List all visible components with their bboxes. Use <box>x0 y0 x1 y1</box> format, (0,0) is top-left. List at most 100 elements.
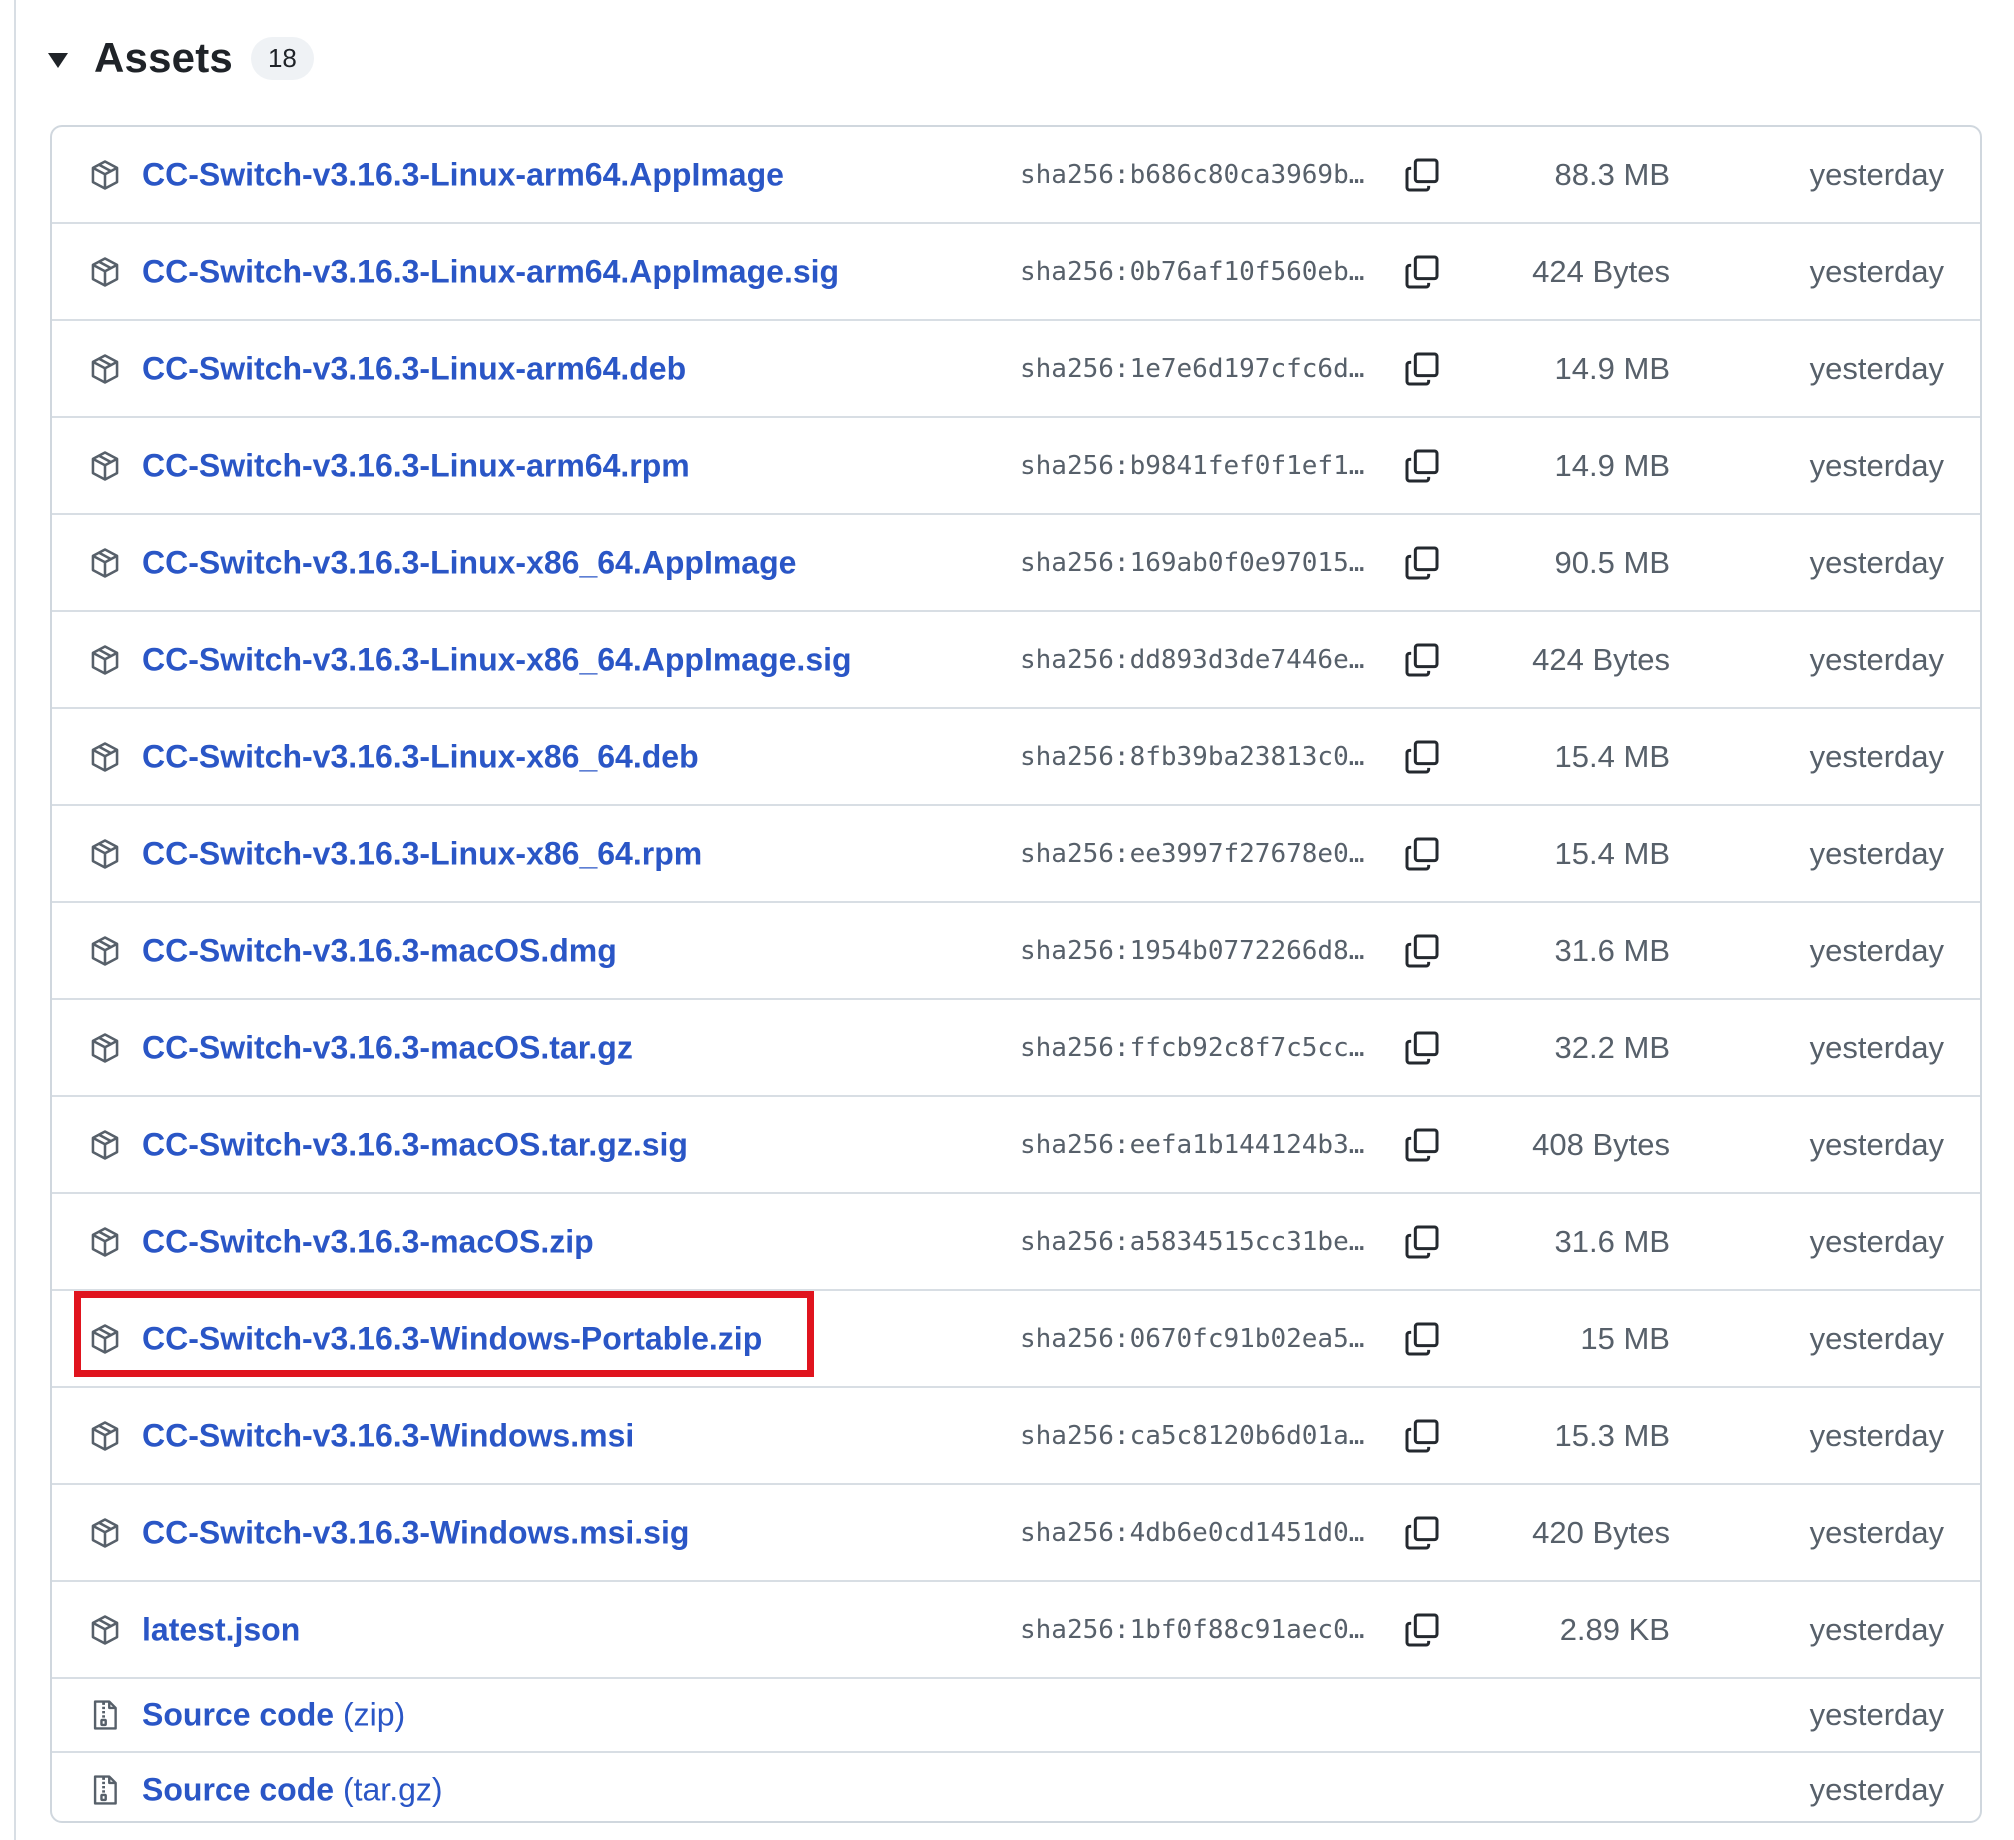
asset-size: 420 Bytes <box>1532 1514 1670 1550</box>
copy-icon[interactable] <box>1402 252 1442 292</box>
copy-icon[interactable] <box>1402 1028 1442 1068</box>
asset-download-link[interactable]: CC-Switch-v3.16.3-Linux-x86_64.deb <box>142 738 699 775</box>
asset-download-link[interactable]: CC-Switch-v3.16.3-Linux-arm64.deb <box>142 350 686 387</box>
asset-size: 408 Bytes <box>1532 1126 1670 1162</box>
asset-row: latest.json sha256:1bf0f88c91aec0… 2.89 KB… <box>52 1582 1980 1679</box>
package-icon <box>88 1515 122 1551</box>
copy-icon[interactable] <box>1402 446 1442 486</box>
copy-icon[interactable] <box>1402 931 1442 971</box>
package-icon <box>88 933 122 969</box>
copy-icon[interactable] <box>1402 1416 1442 1456</box>
copy-icon[interactable] <box>1402 1222 1442 1262</box>
asset-size: 2.89 KB <box>1559 1611 1670 1647</box>
asset-download-link[interactable]: CC-Switch-v3.16.3-Windows.msi.sig <box>142 1514 689 1551</box>
package-icon <box>88 836 122 872</box>
asset-date: yesterday <box>1809 1126 1944 1162</box>
triangle-down-icon[interactable] <box>48 52 68 68</box>
asset-date: yesterday <box>1809 641 1944 677</box>
asset-sha256: sha256:eefa1b144124b3… <box>1020 1129 1365 1160</box>
copy-icon[interactable] <box>1402 1125 1442 1165</box>
asset-sha256: sha256:0670fc91b02ea5… <box>1020 1323 1365 1354</box>
copy-icon[interactable] <box>1402 834 1442 874</box>
asset-size: 90.5 MB <box>1554 544 1670 580</box>
copy-icon[interactable] <box>1402 737 1442 777</box>
package-icon <box>88 448 122 484</box>
source-code-row: Source code (tar.gz) yesterday <box>52 1753 1980 1821</box>
asset-date: yesterday <box>1809 1029 1944 1065</box>
copy-icon[interactable] <box>1402 155 1442 195</box>
package-icon <box>88 1030 122 1066</box>
asset-size: 32.2 MB <box>1554 1029 1670 1065</box>
copy-icon[interactable] <box>1402 1610 1442 1650</box>
asset-size: 15.4 MB <box>1554 738 1670 774</box>
asset-date: yesterday <box>1809 544 1944 580</box>
asset-date: yesterday <box>1809 447 1944 483</box>
copy-icon[interactable] <box>1402 349 1442 389</box>
asset-sha256: sha256:dd893d3de7446e… <box>1020 644 1365 675</box>
asset-download-link[interactable]: CC-Switch-v3.16.3-macOS.tar.gz <box>142 1029 633 1066</box>
copy-icon[interactable] <box>1402 1319 1442 1359</box>
copy-icon[interactable] <box>1402 1513 1442 1553</box>
asset-download-link[interactable]: CC-Switch-v3.16.3-Linux-x86_64.AppImage.… <box>142 641 852 678</box>
asset-date: yesterday <box>1809 350 1944 386</box>
asset-sha256: sha256:a5834515cc31be… <box>1020 1226 1365 1257</box>
package-icon <box>88 1224 122 1260</box>
assets-list: CC-Switch-v3.16.3-Linux-arm64.AppImage sh… <box>50 125 1982 1823</box>
asset-download-link[interactable]: CC-Switch-v3.16.3-Linux-x86_64.AppImage <box>142 544 796 581</box>
source-code-label: Source code <box>142 1771 335 1808</box>
asset-size: 15.4 MB <box>1554 835 1670 871</box>
asset-date: yesterday <box>1809 253 1944 289</box>
asset-size: 15.3 MB <box>1554 1417 1670 1453</box>
asset-size: 31.6 MB <box>1554 1223 1670 1259</box>
asset-download-link[interactable]: CC-Switch-v3.16.3-Linux-x86_64.rpm <box>142 835 702 872</box>
asset-row: CC-Switch-v3.16.3-Windows.msi.sig sha256:… <box>52 1485 1980 1582</box>
source-code-row: Source code (zip) yesterday <box>52 1679 1980 1753</box>
package-icon <box>88 1127 122 1163</box>
asset-date: yesterday <box>1809 1417 1944 1453</box>
asset-date: yesterday <box>1809 156 1944 192</box>
package-icon <box>88 642 122 678</box>
asset-row: CC-Switch-v3.16.3-Linux-arm64.deb sha256:… <box>52 321 1980 418</box>
asset-row: CC-Switch-v3.16.3-Linux-x86_64.AppImage.… <box>52 612 1980 709</box>
asset-size: 14.9 MB <box>1554 447 1670 483</box>
asset-download-link[interactable]: CC-Switch-v3.16.3-macOS.tar.gz.sig <box>142 1126 688 1163</box>
asset-date: yesterday <box>1809 738 1944 774</box>
asset-download-link[interactable]: CC-Switch-v3.16.3-Linux-arm64.rpm <box>142 447 690 484</box>
package-icon <box>88 1612 122 1648</box>
copy-icon[interactable] <box>1402 640 1442 680</box>
assets-title[interactable]: Assets <box>94 34 233 82</box>
asset-sha256: sha256:169ab0f0e97015… <box>1020 547 1365 578</box>
asset-sha256: sha256:0b76af10f560eb… <box>1020 256 1365 287</box>
asset-download-link[interactable]: CC-Switch-v3.16.3-macOS.dmg <box>142 932 617 969</box>
asset-sha256: sha256:b686c80ca3969b… <box>1020 159 1365 190</box>
asset-row: CC-Switch-v3.16.3-Windows.msi sha256:ca5c… <box>52 1388 1980 1485</box>
package-icon <box>88 157 122 193</box>
asset-date: yesterday <box>1809 1320 1944 1356</box>
asset-size: 424 Bytes <box>1532 253 1670 289</box>
copy-icon[interactable] <box>1402 543 1442 583</box>
assets-count-badge: 18 <box>250 36 314 80</box>
asset-download-link[interactable]: latest.json <box>142 1611 300 1648</box>
package-icon <box>88 351 122 387</box>
package-icon <box>88 739 122 775</box>
package-icon <box>88 254 122 290</box>
asset-download-link[interactable]: CC-Switch-v3.16.3-Windows-Portable.zip <box>142 1320 762 1357</box>
asset-row: CC-Switch-v3.16.3-Linux-arm64.rpm sha256:… <box>52 418 1980 515</box>
asset-download-link[interactable]: CC-Switch-v3.16.3-Linux-arm64.AppImage <box>142 156 784 193</box>
asset-size: 88.3 MB <box>1554 156 1670 192</box>
asset-download-link[interactable]: CC-Switch-v3.16.3-Linux-arm64.AppImage.s… <box>142 253 839 290</box>
assets-header[interactable]: Assets 18 <box>48 28 314 88</box>
source-code-link[interactable]: Source code (zip) <box>142 1697 405 1734</box>
asset-row: CC-Switch-v3.16.3-Linux-arm64.AppImage.s… <box>52 224 1980 321</box>
asset-row: CC-Switch-v3.16.3-macOS.zip sha256:a58345… <box>52 1194 1980 1291</box>
asset-row: CC-Switch-v3.16.3-Windows-Portable.zip sh… <box>52 1291 1980 1388</box>
asset-date: yesterday <box>1809 932 1944 968</box>
asset-sha256: sha256:4db6e0cd1451d0… <box>1020 1517 1365 1548</box>
asset-sha256: sha256:ca5c8120b6d01a… <box>1020 1420 1365 1451</box>
asset-download-link[interactable]: CC-Switch-v3.16.3-macOS.zip <box>142 1223 594 1260</box>
source-code-link[interactable]: Source code (tar.gz) <box>142 1772 443 1809</box>
asset-size: 31.6 MB <box>1554 932 1670 968</box>
package-icon <box>88 1321 122 1357</box>
asset-row: CC-Switch-v3.16.3-macOS.tar.gz sha256:ffc… <box>52 1000 1980 1097</box>
asset-download-link[interactable]: CC-Switch-v3.16.3-Windows.msi <box>142 1417 634 1454</box>
